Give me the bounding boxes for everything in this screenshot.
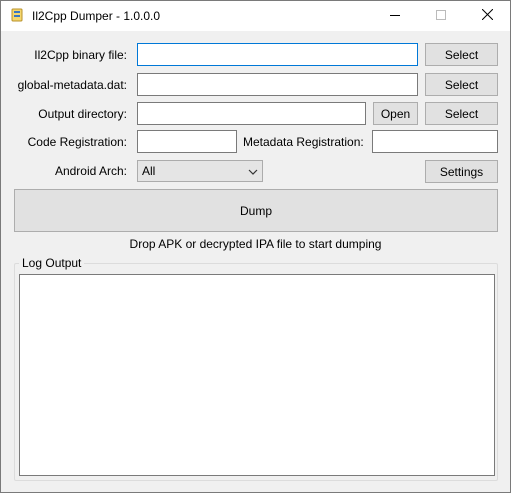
log-output-textarea[interactable] <box>19 274 495 476</box>
app-icon <box>9 7 25 23</box>
android-arch-label: Android Arch: <box>54 164 127 178</box>
android-arch-select[interactable]: All <box>137 160 263 182</box>
binary-file-label: Il2Cpp binary file: <box>34 48 127 62</box>
settings-button[interactable]: Settings <box>425 160 498 183</box>
output-directory-input[interactable] <box>137 102 366 125</box>
log-output-title: Log Output <box>19 256 85 270</box>
dump-button[interactable]: Dump <box>14 189 498 232</box>
chevron-down-icon <box>248 164 258 178</box>
main-window: Il2Cpp Dumper - 1.0.0.0 Il2Cpp binary fi… <box>0 0 511 493</box>
close-button[interactable] <box>464 1 510 31</box>
binary-file-input[interactable] <box>137 43 418 66</box>
title-bar[interactable]: Il2Cpp Dumper - 1.0.0.0 <box>1 1 510 31</box>
maximize-icon <box>436 9 446 23</box>
minimize-icon <box>390 9 400 23</box>
output-open-button[interactable]: Open <box>373 102 418 125</box>
android-arch-selected: All <box>142 164 156 178</box>
code-registration-label: Code Registration: <box>27 135 127 149</box>
metadata-registration-label: Metadata Registration: <box>243 135 364 149</box>
metadata-file-input[interactable] <box>137 73 418 96</box>
code-registration-input[interactable] <box>137 130 237 153</box>
window-title: Il2Cpp Dumper - 1.0.0.0 <box>32 9 161 23</box>
metadata-registration-input[interactable] <box>372 130 498 153</box>
maximize-button[interactable] <box>418 1 464 31</box>
close-icon <box>481 8 493 23</box>
metadata-select-button[interactable]: Select <box>425 73 498 96</box>
binary-select-button[interactable]: Select <box>425 43 498 66</box>
metadata-file-label: global-metadata.dat: <box>17 78 127 92</box>
output-directory-label: Output directory: <box>38 107 127 121</box>
output-select-button[interactable]: Select <box>425 102 498 125</box>
drop-hint-text: Drop APK or decrypted IPA file to start … <box>129 237 382 251</box>
minimize-button[interactable] <box>372 1 418 31</box>
